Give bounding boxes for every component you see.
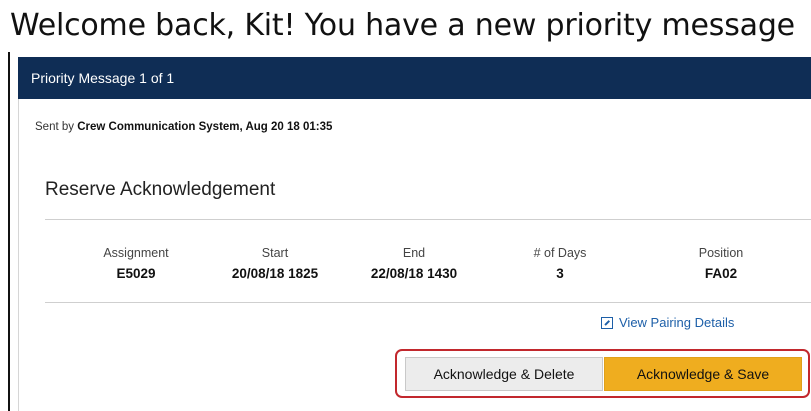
column-label: Position: [698, 246, 744, 260]
column-assignment: Assignment E5029: [81, 246, 191, 281]
divider-top: [45, 219, 811, 220]
sent-by-line: Sent by Crew Communication System, Aug 2…: [35, 121, 332, 133]
divider-bottom: [45, 302, 811, 303]
view-pairing-details-link[interactable]: View Pairing Details: [601, 315, 734, 330]
message-title: Reserve Acknowledgement: [45, 179, 276, 200]
message-panel: Sent by Crew Communication System, Aug 2…: [18, 99, 811, 411]
column-label: Start: [261, 246, 289, 260]
column-label: End: [402, 246, 426, 260]
column-value: 22/08/18 1430: [370, 266, 458, 281]
sent-by-prefix: Sent by: [35, 121, 78, 133]
column-value: 3: [556, 266, 564, 281]
left-border: [8, 52, 10, 411]
acknowledge-save-button[interactable]: Acknowledge & Save: [604, 357, 802, 391]
priority-message-header: Priority Message 1 of 1: [18, 57, 811, 99]
welcome-banner: Welcome back, Kit! You have a new priori…: [10, 8, 795, 43]
external-link-icon: [601, 316, 613, 329]
column-value: 20/08/18 1825: [231, 266, 319, 281]
column-days: # of Days 3: [510, 246, 610, 281]
column-end: End 22/08/18 1430: [354, 246, 474, 281]
column-start: Start 20/08/18 1825: [215, 246, 335, 281]
column-value: E5029: [116, 266, 156, 281]
sender-info: Crew Communication System, Aug 20 18 01:…: [77, 121, 333, 133]
column-label: Assignment: [103, 246, 169, 260]
column-position: Position FA02: [671, 246, 771, 281]
acknowledge-delete-button[interactable]: Acknowledge & Delete: [405, 357, 603, 391]
column-label: # of Days: [533, 246, 587, 260]
view-pairing-details-label: View Pairing Details: [619, 315, 735, 330]
column-value: FA02: [704, 266, 738, 281]
